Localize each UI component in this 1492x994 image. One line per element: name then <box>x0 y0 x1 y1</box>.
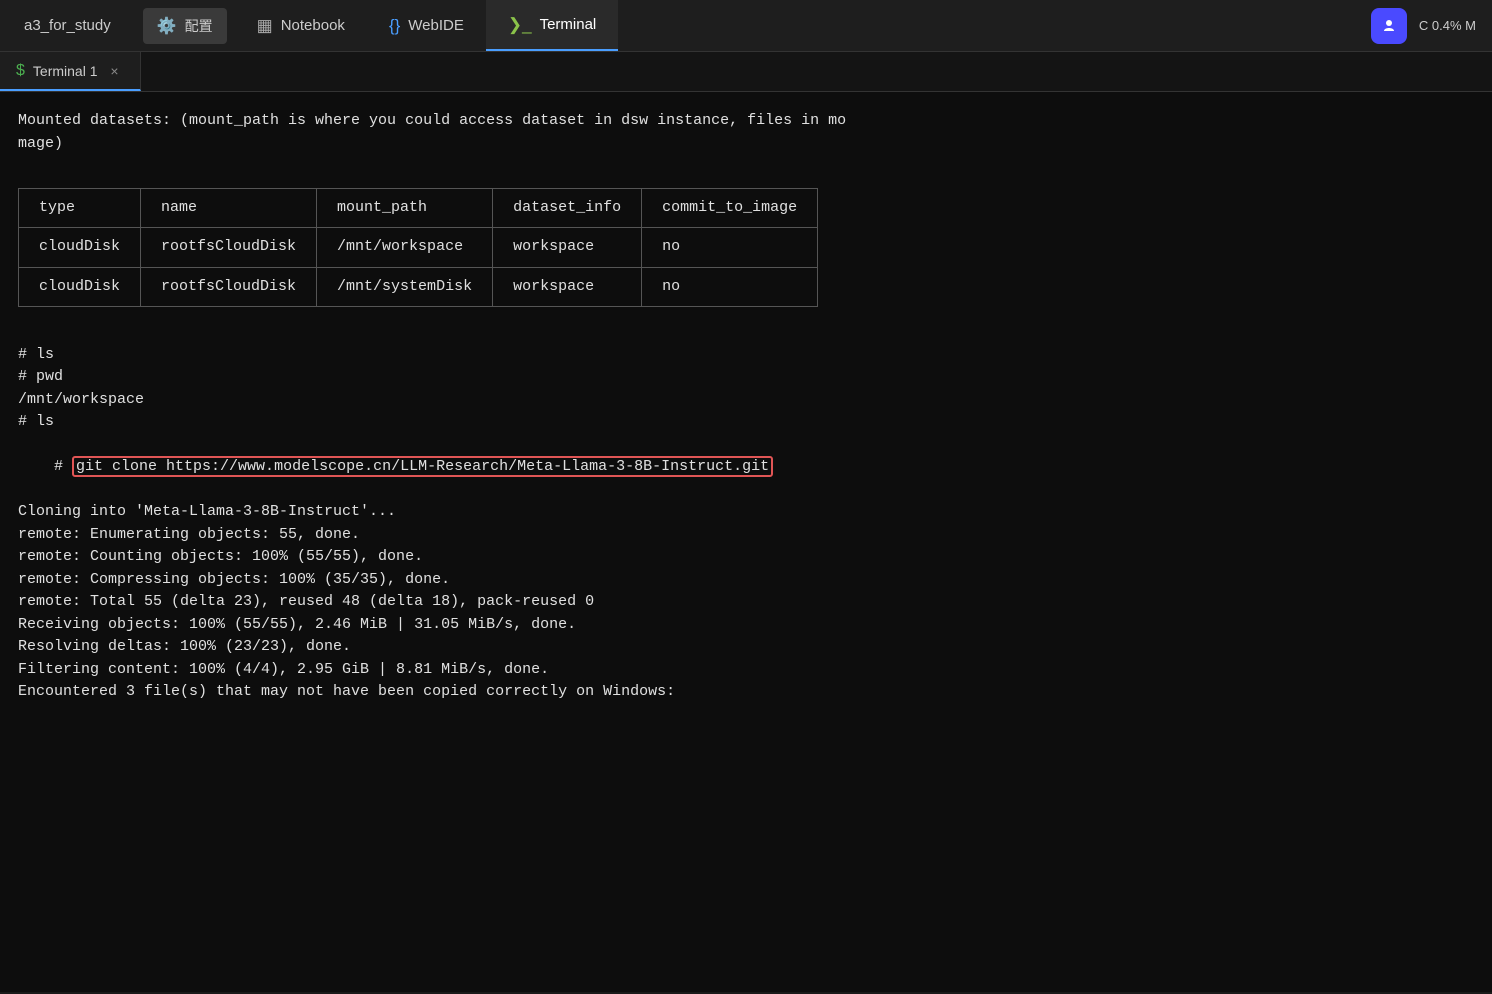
notebook-tab[interactable]: ▦ Notebook <box>235 0 367 51</box>
header-line-1: Mounted datasets: (mount_path is where y… <box>18 110 1474 133</box>
col-type: type <box>19 188 141 228</box>
output-resolving: Resolving deltas: 100% (23/23), done. <box>18 636 1474 659</box>
terminal-tab-icon: $ <box>16 62 25 80</box>
prompt-symbol: # <box>54 458 72 475</box>
webide-label: WebIDE <box>408 17 464 34</box>
terminal-content[interactable]: Mounted datasets: (mount_path is where y… <box>0 92 1492 992</box>
cmd-pwd: # pwd <box>18 366 1474 389</box>
row1-mount-path: /mnt/workspace <box>317 228 493 268</box>
config-tab[interactable]: ⚙️ 配置 <box>143 8 227 44</box>
row1-commit: no <box>642 228 818 268</box>
row2-mount-path: /mnt/systemDisk <box>317 267 493 307</box>
terminal-nav-label: Terminal <box>540 16 597 33</box>
row2-dataset-info: workspace <box>493 267 642 307</box>
output-counting: remote: Counting objects: 100% (55/55), … <box>18 546 1474 569</box>
output-receiving: Receiving objects: 100% (55/55), 2.46 Mi… <box>18 614 1474 637</box>
output-encountered: Encountered 3 file(s) that may not have … <box>18 681 1474 704</box>
config-icon: ⚙️ <box>157 16 177 36</box>
cmd-ls-2: # ls <box>18 411 1474 434</box>
datasets-table: type name mount_path dataset_info commit… <box>18 188 818 308</box>
cmd-ls-1: # ls <box>18 344 1474 367</box>
webide-tab[interactable]: {} WebIDE <box>367 0 486 51</box>
output-compressing: remote: Compressing objects: 100% (35/35… <box>18 569 1474 592</box>
config-label: 配置 <box>185 16 213 36</box>
col-mount-path: mount_path <box>317 188 493 228</box>
terminal-tab-1[interactable]: $ Terminal 1 × <box>0 52 141 91</box>
top-nav: a3_for_study ⚙️ 配置 ▦ Notebook {} WebIDE … <box>0 0 1492 52</box>
terminal-nav-icon: ❯_ <box>508 15 532 35</box>
terminal-tab-nav[interactable]: ❯_ Terminal <box>486 0 618 51</box>
output-total: remote: Total 55 (delta 23), reused 48 (… <box>18 591 1474 614</box>
notebook-label: Notebook <box>281 17 345 34</box>
col-commit-to-image: commit_to_image <box>642 188 818 228</box>
row1-name: rootfsCloudDisk <box>141 228 317 268</box>
output-enum: remote: Enumerating objects: 55, done. <box>18 524 1474 547</box>
cmd-git-line: # git clone https://www.modelscope.cn/LL… <box>18 434 1474 502</box>
git-clone-command: git clone https://www.modelscope.cn/LLM-… <box>72 456 773 477</box>
nav-right: C 0.4% M <box>1371 8 1492 44</box>
avatar <box>1371 8 1407 44</box>
output-pwd: /mnt/workspace <box>18 389 1474 412</box>
col-dataset-info: dataset_info <box>493 188 642 228</box>
cpu-status: C 0.4% M <box>1419 18 1476 33</box>
output-cloning: Cloning into 'Meta-Llama-3-8B-Instruct'.… <box>18 501 1474 524</box>
row2-commit: no <box>642 267 818 307</box>
row1-dataset-info: workspace <box>493 228 642 268</box>
close-icon[interactable]: × <box>106 62 124 80</box>
table-row: cloudDisk rootfsCloudDisk /mnt/systemDis… <box>19 267 818 307</box>
row2-name: rootfsCloudDisk <box>141 267 317 307</box>
row2-type: cloudDisk <box>19 267 141 307</box>
blank-line-1 <box>18 321 1474 344</box>
webide-icon: {} <box>389 16 400 36</box>
header-line-2: mage) <box>18 133 1474 156</box>
project-name: a3_for_study <box>0 17 135 34</box>
terminal-tabbar: $ Terminal 1 × <box>0 52 1492 92</box>
table-row: cloudDisk rootfsCloudDisk /mnt/workspace… <box>19 228 818 268</box>
notebook-icon: ▦ <box>257 16 273 36</box>
output-filtering: Filtering content: 100% (4/4), 2.95 GiB … <box>18 659 1474 682</box>
col-name: name <box>141 188 317 228</box>
row1-type: cloudDisk <box>19 228 141 268</box>
terminal-tab-label: Terminal 1 <box>33 63 98 79</box>
